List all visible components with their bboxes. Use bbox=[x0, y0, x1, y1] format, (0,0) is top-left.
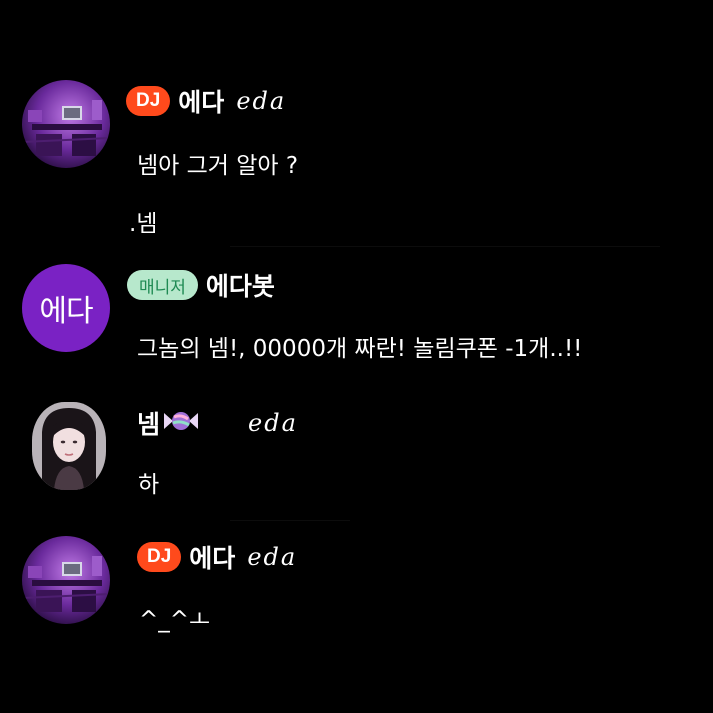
bot-avatar[interactable]: 에다 bbox=[22, 264, 110, 352]
message-header: DJ 에다 eda bbox=[137, 540, 297, 574]
message-text: 그놈의 넴!, 00000개 짜란! 놀림쿠폰 -1개..!! bbox=[137, 336, 583, 362]
message-text: 하 bbox=[138, 472, 160, 498]
dj-eda-avatar[interactable] bbox=[22, 536, 110, 624]
message-text: ^_^ㅗ bbox=[139, 607, 211, 633]
studio-room-avatar-icon bbox=[22, 536, 110, 624]
avatar-label: 에다 bbox=[39, 294, 93, 329]
sender-signature: eda bbox=[247, 543, 298, 571]
message-header: 넴 eda bbox=[137, 406, 298, 440]
message-divider bbox=[230, 520, 350, 521]
message-header: 매니저 에다봇 bbox=[127, 268, 275, 302]
profile-photo-avatar-icon bbox=[32, 402, 106, 490]
sender-signature: eda bbox=[248, 409, 298, 437]
dj-badge: DJ bbox=[126, 86, 171, 116]
sender-signature: eda bbox=[236, 87, 287, 115]
studio-room-avatar-icon bbox=[22, 80, 110, 168]
dj-eda-avatar[interactable] bbox=[22, 80, 110, 168]
sender-name[interactable]: 에다 bbox=[178, 83, 224, 119]
sender-name[interactable]: 넴 bbox=[137, 405, 160, 441]
manager-badge: 매니저 bbox=[127, 270, 198, 300]
candy-icon bbox=[162, 408, 200, 438]
message-text: .넴 bbox=[129, 211, 158, 237]
message-text: 넴아 그거 알아 ? bbox=[137, 153, 299, 179]
nem-avatar[interactable] bbox=[32, 402, 106, 490]
message-header: DJ 에다 eda bbox=[126, 84, 286, 118]
dj-badge: DJ bbox=[137, 542, 182, 572]
sender-name[interactable]: 에다봇 bbox=[206, 267, 275, 303]
sender-name[interactable]: 에다 bbox=[189, 539, 235, 575]
message-divider bbox=[230, 246, 660, 247]
